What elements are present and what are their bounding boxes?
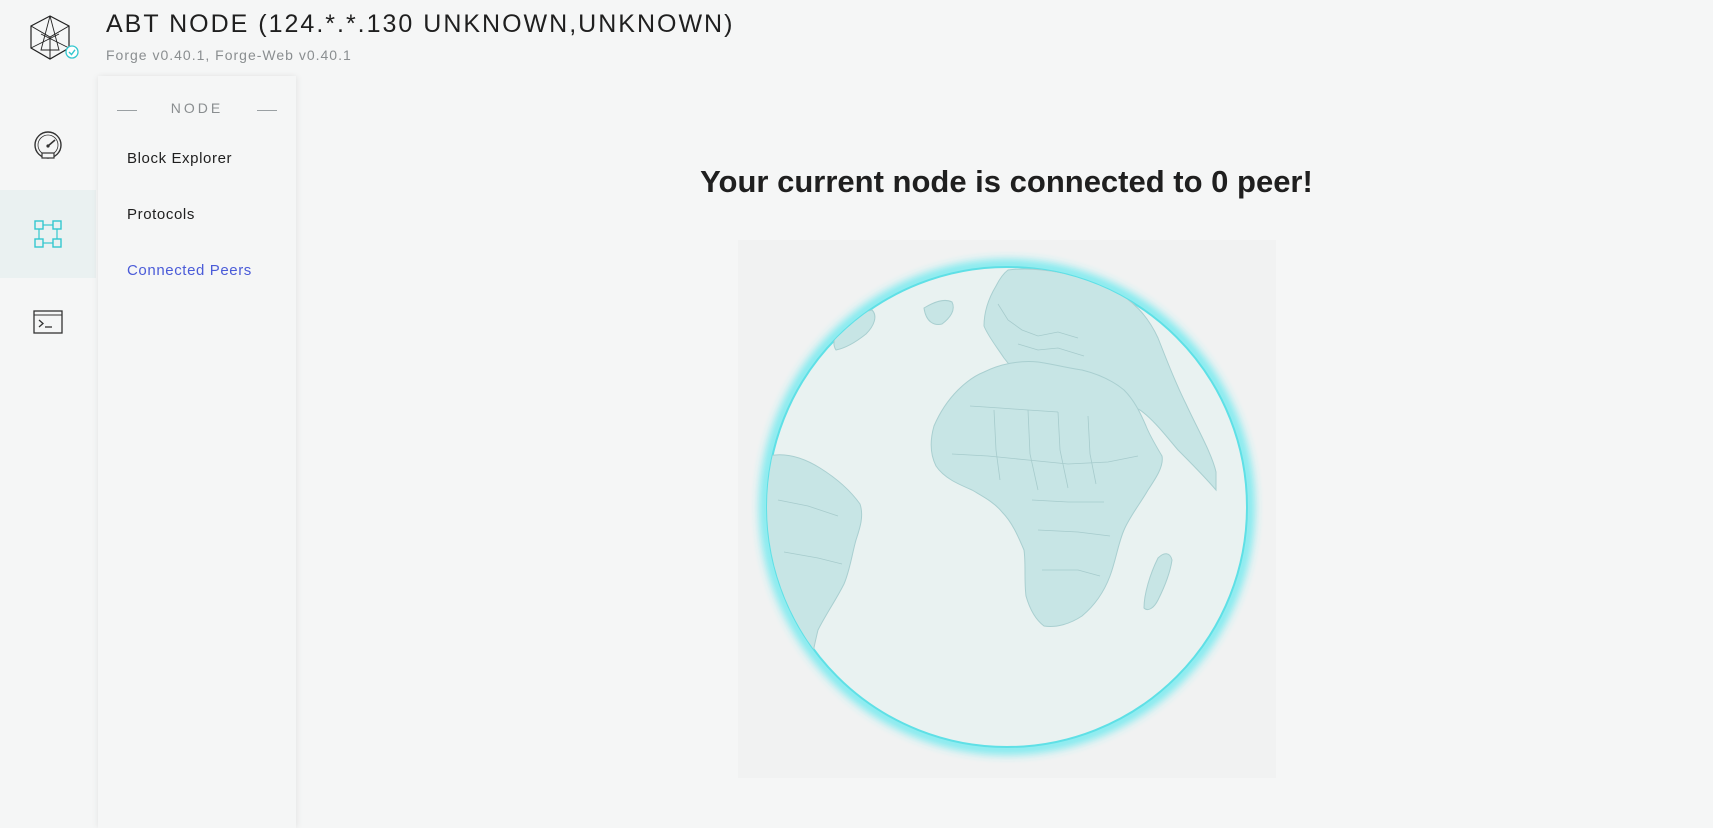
earth-globe-icon <box>761 261 1253 753</box>
main-content: Your current node is connected to 0 peer… <box>300 76 1713 828</box>
node-grid-icon <box>34 220 62 248</box>
app-title: ABT NODE (124.*.*.130 UNKNOWN,UNKNOWN) <box>106 10 735 38</box>
icon-rail <box>0 88 96 828</box>
peer-count-headline: Your current node is connected to 0 peer… <box>700 164 1313 199</box>
version-subtitle: Forge v0.40.1, Forge-Web v0.40.1 <box>106 47 352 63</box>
nav-protocols[interactable]: Protocols <box>127 206 195 223</box>
section-heading: NODE <box>98 100 296 116</box>
nav-connected-peers[interactable]: Connected Peers <box>127 262 252 279</box>
rail-item-dashboard[interactable] <box>0 102 96 190</box>
abt-cube-logo-icon <box>30 15 79 60</box>
nav-block-explorer[interactable]: Block Explorer <box>127 150 232 167</box>
rail-item-terminal[interactable] <box>0 278 96 366</box>
heading-dash-right <box>257 110 277 111</box>
dashboard-gauge-icon <box>34 131 62 159</box>
terminal-icon <box>33 310 63 334</box>
heading-dash-left <box>117 110 137 111</box>
globe-canvas[interactable] <box>738 240 1276 778</box>
rail-item-node[interactable] <box>0 190 96 278</box>
section-heading-label: NODE <box>170 100 224 116</box>
app-header: ABT NODE (124.*.*.130 UNKNOWN,UNKNOWN) F… <box>0 0 1713 76</box>
check-badge-icon <box>65 45 79 59</box>
node-subnav: NODE Block Explorer Protocols Connected … <box>98 76 296 828</box>
